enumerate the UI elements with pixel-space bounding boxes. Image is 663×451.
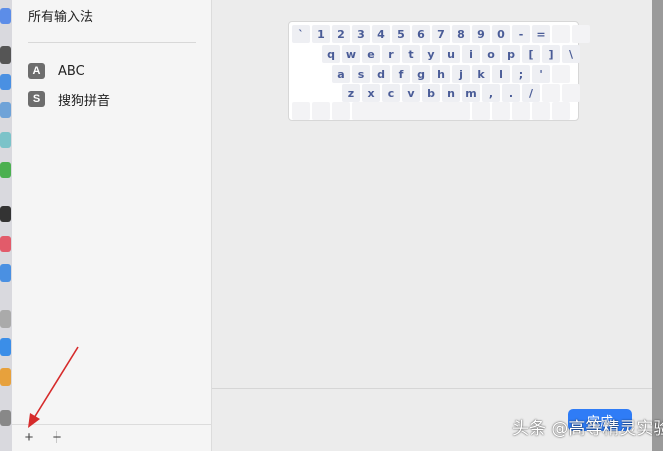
blank-key bbox=[512, 102, 530, 120]
keyboard-key: b bbox=[422, 84, 440, 102]
keyboard-key: ] bbox=[542, 45, 560, 63]
keyboard-key: . bbox=[502, 84, 520, 102]
keyboard-key: c bbox=[382, 84, 400, 102]
sidebar-item-label: ABC bbox=[58, 63, 85, 79]
blank-key bbox=[312, 102, 330, 120]
sidebar-item-label: 搜狗拼音 bbox=[58, 93, 111, 109]
keyboard-key: n bbox=[442, 84, 460, 102]
keyboard-key: \ bbox=[562, 45, 580, 63]
blank-key bbox=[542, 84, 560, 102]
blank-key bbox=[552, 25, 570, 43]
keyboard-key: 4 bbox=[372, 25, 390, 43]
keyboard-key: l bbox=[492, 65, 510, 83]
keyboard-key: 5 bbox=[392, 25, 410, 43]
keyboard-key: i bbox=[462, 45, 480, 63]
app-icon bbox=[0, 162, 11, 178]
blank-key bbox=[562, 84, 580, 102]
keyboard-key: q bbox=[322, 45, 340, 63]
keyboard-key: g bbox=[412, 65, 430, 83]
keyboard-row-space bbox=[292, 102, 570, 120]
blank-key bbox=[292, 102, 310, 120]
keyboard-key: m bbox=[462, 84, 480, 102]
blank-key bbox=[532, 102, 550, 120]
sogou-pinyin-icon: S bbox=[28, 91, 45, 107]
keyboard-key: 1 bbox=[312, 25, 330, 43]
app-icon bbox=[0, 310, 11, 328]
sidebar-toolbar: + − bbox=[12, 424, 211, 451]
remove-input-source-button[interactable]: − bbox=[46, 428, 68, 446]
footer-divider bbox=[212, 388, 652, 389]
keyboard-row: z x c v b n m,. / bbox=[342, 84, 580, 102]
keyboard-row: a s d f g h j k l; ' bbox=[332, 65, 570, 83]
keyboard-key: v bbox=[402, 84, 420, 102]
watermark: 头条 @高等精灵实验室 bbox=[512, 419, 663, 439]
keyboard-key: o bbox=[482, 45, 500, 63]
keyboard-key: 3 bbox=[352, 25, 370, 43]
keyboard-key: p bbox=[502, 45, 520, 63]
app-icon bbox=[0, 236, 11, 252]
keyboard-key: y bbox=[422, 45, 440, 63]
keyboard-key: = bbox=[532, 25, 550, 43]
keyboard-key: 8 bbox=[452, 25, 470, 43]
keyboard-row: ` 1 2 3 4 5 6 7 8 9 0- = bbox=[292, 25, 590, 43]
keyboard-key: x bbox=[362, 84, 380, 102]
blank-key bbox=[572, 25, 590, 43]
keyboard-key: z bbox=[342, 84, 360, 102]
app-icon bbox=[0, 264, 11, 282]
sidebar-title: 所有输入法 bbox=[28, 10, 94, 25]
blank-key bbox=[472, 102, 490, 120]
blank-key bbox=[332, 102, 350, 120]
window-edge bbox=[652, 0, 663, 451]
add-input-source-button[interactable]: + bbox=[18, 428, 40, 446]
keyboard-key: ' bbox=[532, 65, 550, 83]
keyboard-key: t bbox=[402, 45, 420, 63]
keyboard-preview: ` 1 2 3 4 5 6 7 8 9 0- = q w e r t y u i o p[] \ a s d f g h j k l; ' … bbox=[288, 21, 590, 121]
keyboard-key: [ bbox=[522, 45, 540, 63]
keyboard-key: j bbox=[452, 65, 470, 83]
keyboard-key: 7 bbox=[432, 25, 450, 43]
blank-key bbox=[552, 102, 570, 120]
keyboard-key: 9 bbox=[472, 25, 490, 43]
keyboard-key: f bbox=[392, 65, 410, 83]
app-icon bbox=[0, 102, 11, 118]
input-source-sidebar: 所有输入法 A ABC S 搜狗拼音 + − bbox=[12, 0, 212, 451]
keyboard-key: ` bbox=[292, 25, 310, 43]
app-icon bbox=[0, 74, 11, 90]
app-icon bbox=[0, 132, 11, 148]
keyboard-key: a bbox=[332, 65, 350, 83]
keyboard-key: s bbox=[352, 65, 370, 83]
sidebar-item-abc[interactable]: A ABC bbox=[28, 60, 198, 82]
app-icon bbox=[0, 338, 11, 356]
keyboard-key: d bbox=[372, 65, 390, 83]
keyboard-key: , bbox=[482, 84, 500, 102]
spacebar-key bbox=[352, 102, 470, 120]
keyboard-key: 6 bbox=[412, 25, 430, 43]
background-app-strip bbox=[0, 0, 12, 451]
keyboard-row: q w e r t y u i o p[] \ bbox=[322, 45, 580, 63]
keyboard-key: 0 bbox=[492, 25, 510, 43]
keyboard-key: r bbox=[382, 45, 400, 63]
blank-key bbox=[552, 65, 570, 83]
abc-input-icon: A bbox=[28, 63, 45, 79]
keyboard-key: e bbox=[362, 45, 380, 63]
keyboard-key: - bbox=[512, 25, 530, 43]
keyboard-key: w bbox=[342, 45, 360, 63]
app-icon bbox=[0, 206, 11, 222]
app-icon bbox=[0, 46, 11, 64]
app-icon bbox=[0, 410, 11, 426]
sidebar-item-sogou-pinyin[interactable]: S 搜狗拼音 bbox=[28, 88, 198, 110]
blank-key bbox=[492, 102, 510, 120]
keyboard-key: 2 bbox=[332, 25, 350, 43]
keyboard-key: h bbox=[432, 65, 450, 83]
keyboard-key: k bbox=[472, 65, 490, 83]
keyboard-key: ; bbox=[512, 65, 530, 83]
keyboard-key: / bbox=[522, 84, 540, 102]
keyboard-key: u bbox=[442, 45, 460, 63]
app-icon bbox=[0, 368, 11, 386]
divider bbox=[28, 42, 196, 43]
app-icon bbox=[0, 8, 11, 24]
